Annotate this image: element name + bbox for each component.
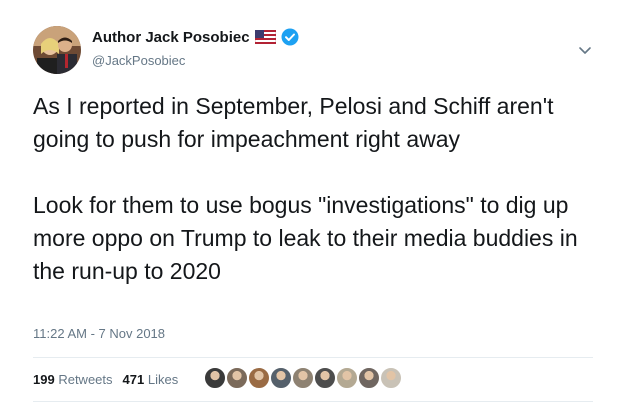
author-handle[interactable]: @JackPosobiec bbox=[92, 53, 185, 68]
tweet-timestamp[interactable]: 11:22 AM - 7 Nov 2018 bbox=[33, 326, 165, 341]
retweets-count: 199 bbox=[33, 372, 55, 387]
liker-avatar-7[interactable] bbox=[335, 366, 359, 390]
avatar-photo bbox=[33, 26, 81, 74]
retweets-stat[interactable]: 199 Retweets bbox=[33, 372, 113, 387]
divider-bottom bbox=[33, 401, 593, 402]
verified-badge-icon bbox=[281, 28, 299, 46]
liker-avatar-5[interactable] bbox=[291, 366, 315, 390]
liker-avatar-2[interactable] bbox=[225, 366, 249, 390]
liker-avatar-4[interactable] bbox=[269, 366, 293, 390]
us-flag-icon bbox=[254, 29, 276, 45]
liker-avatar-6[interactable] bbox=[313, 366, 337, 390]
likes-count: 471 bbox=[122, 372, 145, 387]
liker-avatar-9[interactable] bbox=[379, 366, 403, 390]
likes-label: Likes bbox=[147, 372, 179, 387]
retweets-label: Retweets bbox=[58, 372, 113, 387]
author-display-name[interactable]: Author Jack Posobiec bbox=[92, 29, 250, 46]
tweet-text: As I reported in September, Pelosi and S… bbox=[33, 93, 578, 284]
tweet-stats: 199 Retweets 471 Likes bbox=[33, 372, 178, 387]
author-avatar[interactable] bbox=[33, 26, 81, 74]
author-name-row: Author Jack Posobiec bbox=[92, 28, 299, 46]
liker-avatar-1[interactable] bbox=[203, 366, 227, 390]
chevron-down-icon[interactable] bbox=[577, 42, 593, 58]
liker-avatars bbox=[203, 366, 403, 390]
liker-avatar-3[interactable] bbox=[247, 366, 271, 390]
likes-stat[interactable]: 471 Likes bbox=[123, 372, 179, 387]
divider-top bbox=[33, 357, 593, 358]
liker-avatar-8[interactable] bbox=[357, 366, 381, 390]
